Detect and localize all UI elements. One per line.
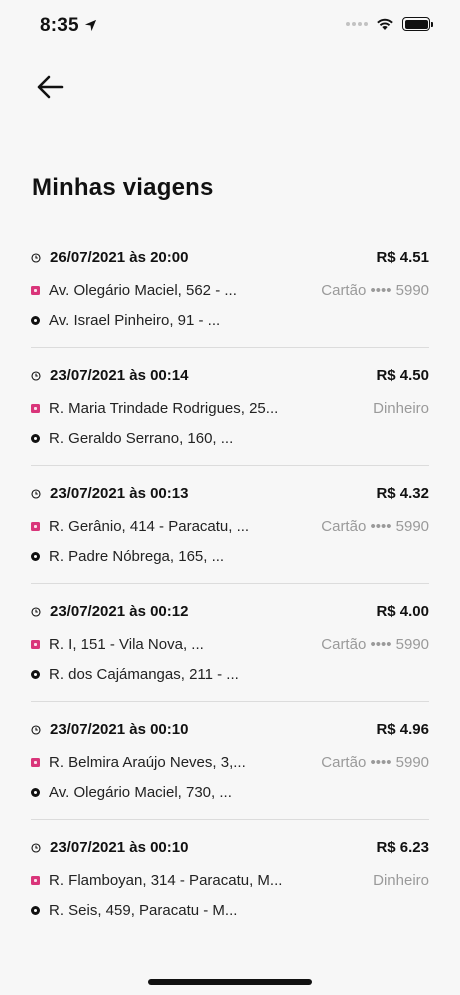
clock-icon: [31, 371, 41, 381]
trip-item[interactable]: 23/07/2021 às 00:14 R$ 4.50 R. Maria Trind…: [31, 348, 429, 466]
trip-datetime: 26/07/2021 às 20:00: [50, 249, 189, 266]
trip-destination: Av. Israel Pinheiro, 91 - ...: [49, 311, 221, 329]
trip-origin-row: R. Flamboyan, 314 - Paracatu, M... Dinhei…: [31, 865, 429, 895]
destination-marker-icon: [31, 787, 40, 797]
trip-payment: Cartão •••• 5990: [321, 517, 429, 535]
trip-header: 23/07/2021 às 00:10 R$ 6.23: [31, 839, 429, 862]
trip-destination: Av. Olegário Maciel, 730, ...: [49, 783, 232, 801]
trip-item[interactable]: 26/07/2021 às 20:00 R$ 4.51 Av. Olegário M…: [31, 230, 429, 348]
trip-item[interactable]: 23/07/2021 às 00:12 R$ 4.00 R. I, 151 - Vi…: [31, 584, 429, 702]
trip-destination-row: R. dos Cajámangas, 211 - ...: [31, 659, 429, 689]
trip-header: 23/07/2021 às 00:10 R$ 4.96: [31, 721, 429, 744]
trip-origin-row: R. I, 151 - Vila Nova, ... Cartão •••• 59…: [31, 629, 429, 659]
trip-item[interactable]: 23/07/2021 às 00:10 R$ 6.23 R. Flamboyan, …: [31, 820, 429, 938]
location-arrow-icon: [84, 19, 97, 32]
trip-datetime: 23/07/2021 às 00:13: [50, 485, 189, 502]
trip-item[interactable]: 23/07/2021 às 00:13 R$ 4.32 R. Gerânio, 41…: [31, 466, 429, 584]
trip-header: 23/07/2021 às 00:13 R$ 4.32: [31, 485, 429, 508]
trip-destination-row: R. Seis, 459, Paracatu - M...: [31, 895, 429, 925]
trip-list: 26/07/2021 às 20:00 R$ 4.51 Av. Olegário M…: [31, 230, 429, 938]
wifi-icon: [377, 18, 393, 30]
trip-destination-row: R. Padre Nóbrega, 165, ...: [31, 541, 429, 571]
trip-price: R$ 6.23: [376, 839, 429, 856]
trip-header: 23/07/2021 às 00:14 R$ 4.50: [31, 367, 429, 390]
trip-origin-row: R. Belmira Araújo Neves, 3,... Cartão •••…: [31, 747, 429, 777]
trip-price: R$ 4.96: [376, 721, 429, 738]
trip-origin: R. Flamboyan, 314 - Paracatu, M...: [49, 871, 283, 889]
trip-origin: Av. Olegário Maciel, 562 - ...: [49, 281, 237, 299]
trip-destination-row: R. Geraldo Serrano, 160, ...: [31, 423, 429, 453]
trip-price: R$ 4.32: [376, 485, 429, 502]
trip-payment: Dinheiro: [373, 399, 429, 417]
back-button[interactable]: [33, 70, 67, 104]
clock-icon: [31, 725, 41, 735]
destination-marker-icon: [31, 315, 40, 325]
trip-destination: R. Geraldo Serrano, 160, ...: [49, 429, 234, 447]
status-time: 8:35: [40, 15, 79, 36]
trip-destination-row: Av. Israel Pinheiro, 91 - ...: [31, 305, 429, 335]
trip-price: R$ 4.50: [376, 367, 429, 384]
arrow-left-icon: [37, 75, 64, 99]
trip-datetime: 23/07/2021 às 00:10: [50, 721, 189, 738]
trip-datetime: 23/07/2021 às 00:12: [50, 603, 189, 620]
trip-item[interactable]: 23/07/2021 às 00:10 R$ 4.96 R. Belmira Ara…: [31, 702, 429, 820]
trip-payment: Cartão •••• 5990: [321, 753, 429, 771]
trip-payment: Dinheiro: [373, 871, 429, 889]
destination-marker-icon: [31, 905, 40, 915]
trip-origin: R. I, 151 - Vila Nova, ...: [49, 635, 204, 653]
trip-price: R$ 4.51: [376, 249, 429, 266]
trip-price: R$ 4.00: [376, 603, 429, 620]
origin-marker-icon: [31, 875, 40, 885]
status-bar: 8:35: [0, 0, 460, 52]
trip-origin: R. Gerânio, 414 - Paracatu, ...: [49, 517, 250, 535]
trip-origin: R. Maria Trindade Rodrigues, 25...: [49, 399, 279, 417]
cellular-signal-icon: [346, 22, 368, 26]
trip-destination: R. Padre Nóbrega, 165, ...: [49, 547, 225, 565]
trip-destination: R. Seis, 459, Paracatu - M...: [49, 901, 238, 919]
clock-icon: [31, 489, 41, 499]
trip-header: 26/07/2021 às 20:00 R$ 4.51: [31, 249, 429, 272]
origin-marker-icon: [31, 285, 40, 295]
trip-origin-row: R. Maria Trindade Rodrigues, 25... Dinhei…: [31, 393, 429, 423]
trip-header: 23/07/2021 às 00:12 R$ 4.00: [31, 603, 429, 626]
destination-marker-icon: [31, 669, 40, 679]
clock-icon: [31, 253, 41, 263]
clock-icon: [31, 607, 41, 617]
trip-origin-row: Av. Olegário Maciel, 562 - ... Cartão •••…: [31, 275, 429, 305]
page-title: Minhas viagens: [32, 174, 214, 201]
origin-marker-icon: [31, 521, 40, 531]
home-indicator: [148, 979, 312, 985]
battery-icon: [402, 17, 433, 31]
clock-icon: [31, 843, 41, 853]
trip-origin-row: R. Gerânio, 414 - Paracatu, ... Cartão ••…: [31, 511, 429, 541]
trip-payment: Cartão •••• 5990: [321, 281, 429, 299]
trip-datetime: 23/07/2021 às 00:10: [50, 839, 189, 856]
trip-destination: R. dos Cajámangas, 211 - ...: [49, 665, 239, 683]
trip-datetime: 23/07/2021 às 00:14: [50, 367, 189, 384]
trip-destination-row: Av. Olegário Maciel, 730, ...: [31, 777, 429, 807]
trip-payment: Cartão •••• 5990: [321, 635, 429, 653]
origin-marker-icon: [31, 639, 40, 649]
trip-origin: R. Belmira Araújo Neves, 3,...: [49, 753, 246, 771]
status-indicators: [346, 17, 433, 31]
origin-marker-icon: [31, 757, 40, 767]
destination-marker-icon: [31, 433, 40, 443]
destination-marker-icon: [31, 551, 40, 561]
origin-marker-icon: [31, 403, 40, 413]
